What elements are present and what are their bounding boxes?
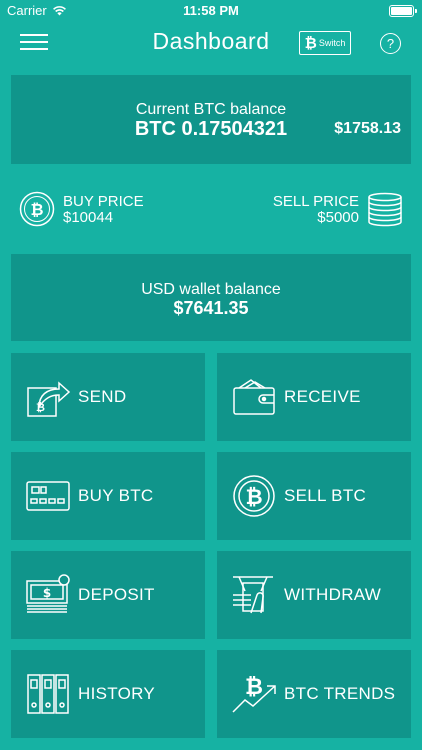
receive-label: RECEIVE: [284, 387, 361, 406]
switch-label: Switch: [318, 38, 346, 48]
btc-balance-card: Current BTC balance BTC 0.17504321 $1758…: [11, 75, 411, 164]
status-bar: Carrier 11:58 PM: [0, 0, 422, 22]
withdraw-tile[interactable]: WITHDRAW: [217, 551, 411, 639]
bitcoin-coin-icon: ₿: [233, 475, 275, 517]
buy-price-value: $10044: [63, 209, 114, 226]
buy-btc-tile[interactable]: BUY BTC: [11, 452, 205, 540]
receive-tile[interactable]: RECEIVE: [217, 353, 411, 441]
bitcoin-icon: ₿: [304, 34, 317, 52]
navigation-bar: Dashboard ₿ Switch ?: [0, 22, 422, 66]
btc-balance-usd-value: $1758.13: [334, 120, 401, 137]
help-symbol: ?: [386, 36, 395, 51]
price-row: ₿ BUY PRICE $10044 SELL PRICE $5000: [0, 185, 422, 235]
usd-wallet-label: USD wallet balance: [141, 281, 281, 298]
send-label: SEND: [78, 387, 127, 406]
help-icon[interactable]: ?: [380, 33, 401, 54]
battery-icon: [389, 5, 417, 17]
status-time: 11:58 PM: [183, 3, 239, 18]
history-label: HISTORY: [78, 684, 156, 703]
sell-price-value: $5000: [317, 209, 359, 226]
btc-balance-label: Current BTC balance: [135, 101, 287, 118]
cash-deposit-icon: $: [26, 574, 70, 613]
credit-card-icon: [26, 481, 70, 511]
history-tile[interactable]: HISTORY: [11, 650, 205, 738]
bitcoin-circle-icon: ₿: [19, 191, 55, 227]
binders-history-icon: [27, 674, 69, 714]
sell-btc-label: SELL BTC: [284, 486, 367, 505]
usd-wallet-value: $7641.35: [173, 298, 249, 318]
withdraw-label: WITHDRAW: [284, 585, 382, 604]
svg-text:$: $: [43, 586, 51, 600]
btc-trends-label: BTC TRENDS: [284, 684, 396, 703]
switch-button[interactable]: ₿ Switch: [299, 31, 351, 55]
buy-btc-label: BUY BTC: [78, 486, 154, 505]
usd-wallet-card: USD wallet balance $7641.35: [11, 254, 411, 341]
svg-text:₿: ₿: [245, 485, 262, 509]
svg-text:₿: ₿: [30, 200, 43, 219]
svg-text:₿: ₿: [245, 675, 263, 700]
coin-stack-icon: [368, 192, 402, 227]
send-tile[interactable]: ₿ SEND: [11, 353, 205, 441]
btc-trends-tile[interactable]: ₿ BTC TRENDS: [217, 650, 411, 738]
deposit-tile[interactable]: $ DEPOSIT: [11, 551, 205, 639]
buy-price-label: BUY PRICE: [63, 193, 144, 210]
sell-price-label: SELL PRICE: [272, 193, 359, 210]
page-title: Dashboard: [152, 28, 270, 54]
deposit-label: DEPOSIT: [78, 585, 155, 604]
hamburger-menu-icon[interactable]: [20, 34, 48, 54]
wallet-icon: [233, 379, 275, 415]
svg-text:₿: ₿: [36, 401, 45, 414]
sell-btc-tile[interactable]: ₿ SELL BTC: [217, 452, 411, 540]
send-icon: ₿: [27, 381, 71, 417]
bitcoin-trend-icon: ₿: [232, 675, 276, 713]
atm-withdraw-icon: [233, 576, 273, 614]
